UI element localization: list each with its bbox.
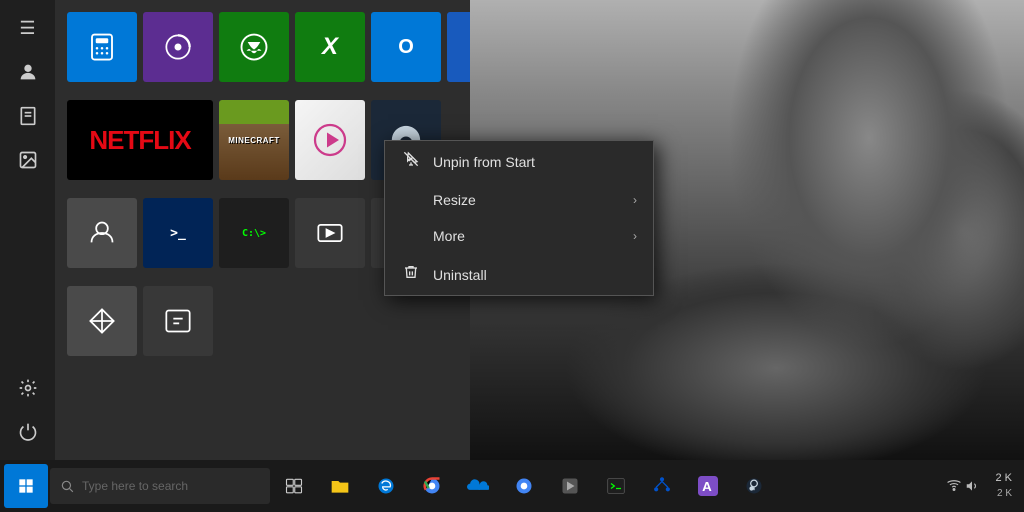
netflix-tile[interactable]: NETFLIX	[67, 100, 213, 180]
clock-time: 2 K	[995, 471, 1012, 486]
task-view-icon	[285, 477, 303, 495]
system-tray	[941, 479, 985, 493]
groove-music-tile[interactable]	[143, 12, 213, 82]
chrome-button-2[interactable]	[502, 464, 546, 508]
itunes-tile[interactable]	[295, 100, 365, 180]
command-prompt-tile[interactable]: C:\>	[219, 198, 289, 268]
user-profile-icon[interactable]	[8, 52, 48, 92]
unpin-label: Unpin from Start	[433, 154, 535, 170]
sourcetree-button[interactable]	[640, 464, 684, 508]
power-icon[interactable]	[8, 412, 48, 452]
network-icon	[947, 479, 961, 493]
app-tile-1[interactable]	[67, 198, 137, 268]
chrome-icon-1	[422, 476, 442, 496]
uninstall-label: Uninstall	[433, 267, 487, 283]
taskbar: Type here to search A 2 K 2 K	[0, 460, 1024, 512]
settings-icon[interactable]	[8, 368, 48, 408]
unpin-from-start-menu-item[interactable]: Unpin from Start	[385, 141, 653, 182]
search-icon	[60, 479, 74, 493]
chrome-icon-2	[514, 476, 534, 496]
movies-tv-tile[interactable]	[295, 198, 365, 268]
affinity-button[interactable]: A	[686, 464, 730, 508]
task-view-button[interactable]	[272, 464, 316, 508]
uninstall-menu-item[interactable]: Uninstall	[385, 254, 653, 295]
app-tile-2[interactable]	[143, 286, 213, 356]
file-explorer-button[interactable]	[318, 464, 362, 508]
sourcetree-icon	[652, 476, 672, 496]
terminal-button[interactable]	[594, 464, 638, 508]
onedrive-icon	[467, 478, 489, 494]
clock-date: 2 K	[995, 487, 1012, 501]
outlook-tile[interactable]: O	[371, 12, 441, 82]
resize-menu-item[interactable]: Resize ›	[385, 182, 653, 218]
snip-sketch-tile[interactable]	[67, 286, 137, 356]
tile-row-1: X O W	[67, 12, 458, 82]
terminal-icon	[606, 476, 626, 496]
pictures-icon[interactable]	[8, 140, 48, 180]
minecraft-tile[interactable]: MINECRAFT	[219, 100, 289, 180]
powershell-tile[interactable]: >_	[143, 198, 213, 268]
context-menu: Unpin from Start Resize › More › Uninsta…	[384, 140, 654, 296]
svg-text:A: A	[702, 479, 712, 494]
documents-icon[interactable]	[8, 96, 48, 136]
affinity-icon: A	[698, 476, 718, 496]
resize-label: Resize	[433, 192, 476, 208]
taskbar-search[interactable]: Type here to search	[50, 468, 270, 504]
onedrive-button[interactable]	[456, 464, 500, 508]
edge-icon	[376, 476, 396, 496]
excel-tile[interactable]: X	[295, 12, 365, 82]
system-clock[interactable]: 2 K 2 K	[987, 471, 1020, 500]
app-button-1[interactable]	[548, 464, 592, 508]
search-placeholder: Type here to search	[82, 479, 188, 493]
xbox-tile[interactable]	[219, 12, 289, 82]
more-arrow-icon: ›	[633, 229, 637, 243]
uninstall-icon	[401, 264, 421, 285]
hamburger-menu-button[interactable]: ☰	[8, 8, 48, 48]
more-menu-item[interactable]: More ›	[385, 218, 653, 254]
steam-button[interactable]	[732, 464, 776, 508]
app-icon-1	[561, 477, 579, 495]
netflix-logo: NETFLIX	[89, 125, 190, 156]
resize-arrow-icon: ›	[633, 193, 637, 207]
volume-icon	[965, 479, 979, 493]
tile-row-4	[67, 286, 458, 356]
file-explorer-icon	[330, 476, 350, 496]
start-button[interactable]	[4, 464, 48, 508]
word-tile[interactable]: W	[447, 12, 470, 82]
unpin-icon	[401, 151, 421, 172]
chrome-button-1[interactable]	[410, 464, 454, 508]
steam-icon	[744, 476, 764, 496]
calculator-tile[interactable]	[67, 12, 137, 82]
start-menu-sidebar: ☰	[0, 0, 55, 460]
edge-browser-button[interactable]	[364, 464, 408, 508]
more-label: More	[433, 228, 465, 244]
